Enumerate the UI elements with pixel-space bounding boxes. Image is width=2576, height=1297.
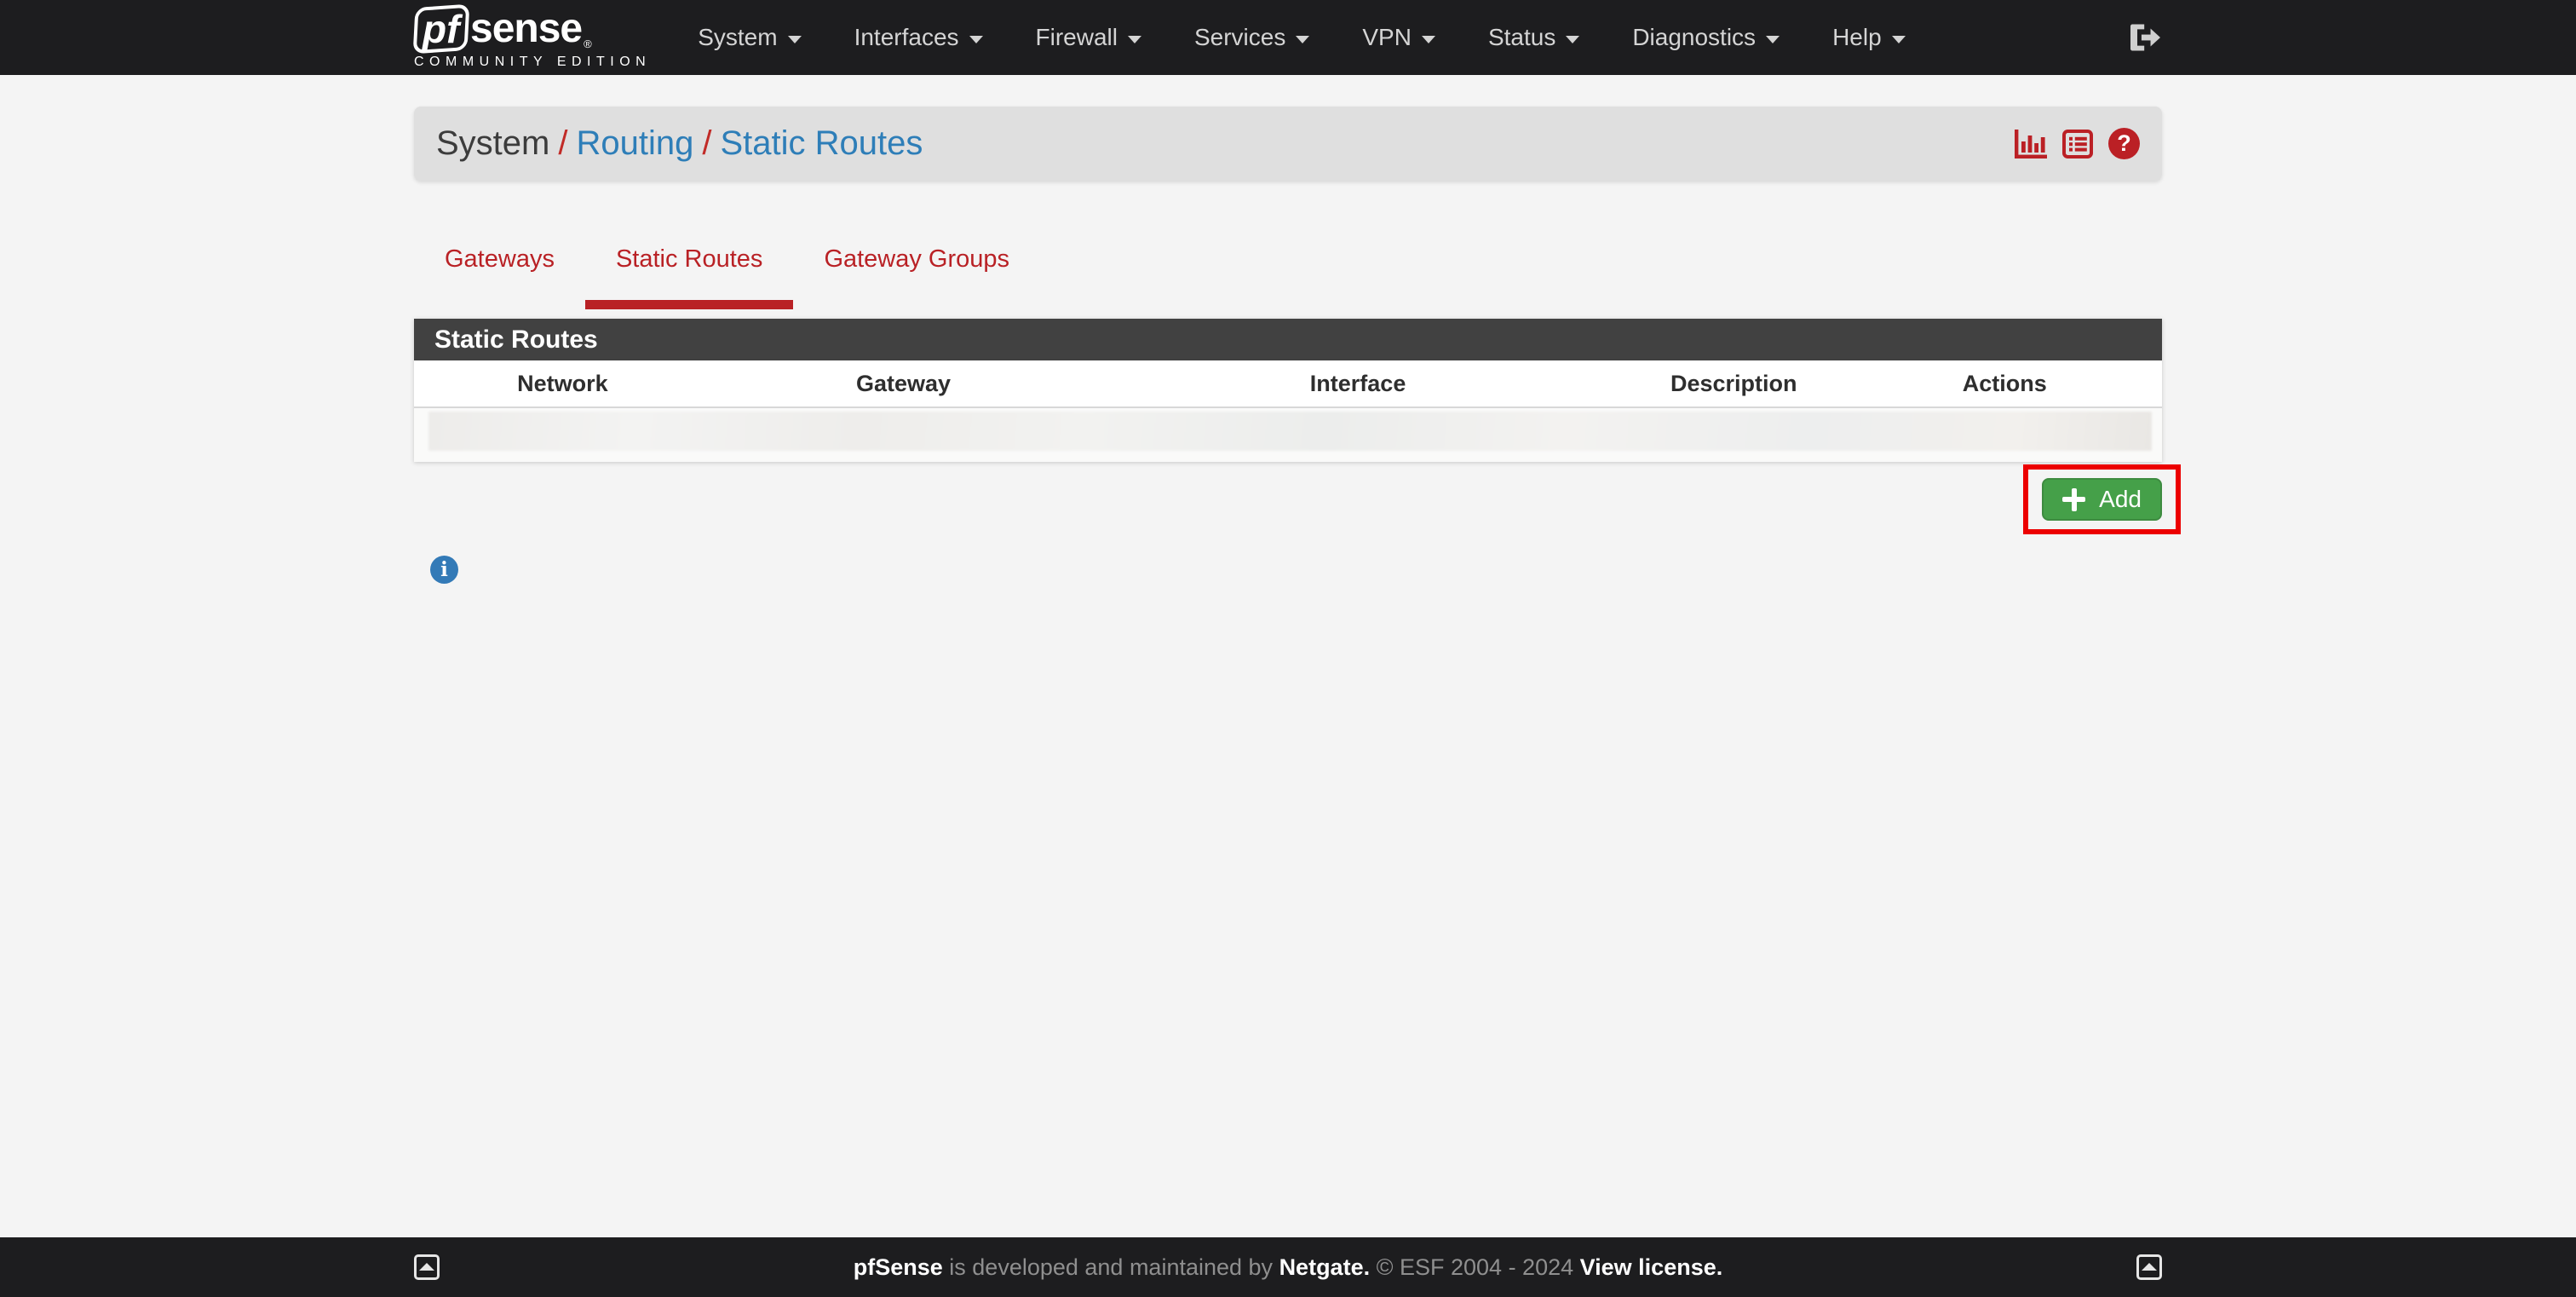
menu-item-label: Services xyxy=(1194,24,1285,51)
tab-gateway-groups[interactable]: Gateway Groups xyxy=(793,228,1040,309)
caret-down-icon xyxy=(788,36,802,43)
caret-square-up-icon[interactable] xyxy=(414,1254,440,1280)
pfsense-logo[interactable]: pf sense ® COMMUNITY EDITION xyxy=(414,6,651,70)
footer-pfsense: pfSense xyxy=(854,1254,943,1280)
menu-item-label: Status xyxy=(1488,24,1555,51)
table-body xyxy=(414,408,2162,462)
plus-icon xyxy=(2062,488,2085,511)
table-header-row: Network Gateway Interface Description Ac… xyxy=(414,360,2162,408)
table-row xyxy=(428,412,2152,451)
caret-down-icon xyxy=(1892,36,1906,43)
column-header-actions: Actions xyxy=(1848,371,2162,397)
page-title: System/Routing/Static Routes xyxy=(436,124,923,163)
routing-tabs: Gateways Static Routes Gateway Groups xyxy=(414,228,2162,309)
menu-item-label: Interfaces xyxy=(854,24,959,51)
footer-developed-by: is developed and maintained by xyxy=(943,1254,1279,1280)
breadcrumb-link-routing[interactable]: Routing xyxy=(576,124,693,162)
static-routes-panel: Static Routes Network Gateway Interface … xyxy=(414,319,2162,462)
info-glyph: i xyxy=(440,560,448,579)
caret-square-up-icon[interactable] xyxy=(2136,1254,2162,1280)
edition-label: COMMUNITY EDITION xyxy=(414,55,651,70)
pf-logo-text: pf xyxy=(423,9,459,49)
footer-netgate-link[interactable]: Netgate. xyxy=(1279,1254,1371,1280)
breadcrumb-section: System xyxy=(436,124,549,162)
caret-down-icon xyxy=(1128,36,1141,43)
info-circle-icon[interactable]: i xyxy=(430,556,458,584)
menu-item-diagnostics[interactable]: Diagnostics xyxy=(1606,24,1806,51)
caret-down-icon xyxy=(1766,36,1780,43)
bar-chart-icon[interactable] xyxy=(2015,130,2047,159)
menu-item-system[interactable]: System xyxy=(671,24,827,51)
breadcrumb: System/Routing/Static Routes xyxy=(414,107,2162,181)
menu-item-interfaces[interactable]: Interfaces xyxy=(828,24,1009,51)
caret-down-icon xyxy=(969,36,983,43)
question-circle-icon[interactable]: ? xyxy=(2108,128,2140,159)
menu-item-vpn[interactable]: VPN xyxy=(1336,24,1462,51)
caret-down-icon xyxy=(1566,36,1579,43)
menu-item-label: Firewall xyxy=(1036,24,1118,51)
caret-down-icon xyxy=(1296,36,1309,43)
pf-logo-badge: pf xyxy=(413,3,470,54)
list-icon[interactable] xyxy=(2062,130,2093,159)
footer: pfSense is developed and maintained by N… xyxy=(0,1237,2576,1297)
menu-item-help[interactable]: Help xyxy=(1806,24,1932,51)
menu-item-label: Diagnostics xyxy=(1632,24,1756,51)
add-button[interactable]: Add xyxy=(2042,478,2162,521)
add-button-row: Add xyxy=(414,462,2162,534)
top-navbar: pf sense ® COMMUNITY EDITION System Inte… xyxy=(0,0,2576,75)
menu-item-label: VPN xyxy=(1362,24,1412,51)
sense-logo-text: sense xyxy=(470,9,582,49)
main-menu: System Interfaces Firewall Services VPN … xyxy=(671,24,1931,51)
breadcrumb-link-static-routes[interactable]: Static Routes xyxy=(720,124,923,162)
add-button-label: Add xyxy=(2099,486,2142,513)
column-header-gateway: Gateway xyxy=(711,371,1095,397)
registered-mark: ® xyxy=(584,37,592,50)
breadcrumb-separator: / xyxy=(549,124,576,162)
main-content: System/Routing/Static Routes xyxy=(414,107,2162,584)
column-header-network: Network xyxy=(414,371,711,397)
menu-item-label: Help xyxy=(1832,24,1882,51)
menu-item-firewall[interactable]: Firewall xyxy=(1009,24,1168,51)
column-header-description: Description xyxy=(1620,371,1848,397)
annotation-highlight: Add xyxy=(2023,464,2181,534)
footer-view-license-link[interactable]: View license. xyxy=(1580,1254,1723,1280)
menu-item-status[interactable]: Status xyxy=(1462,24,1606,51)
breadcrumb-separator: / xyxy=(693,124,720,162)
menu-item-label: System xyxy=(698,24,777,51)
panel-title: Static Routes xyxy=(414,319,2162,360)
sign-out-icon[interactable] xyxy=(2128,22,2162,53)
footer-text: pfSense is developed and maintained by N… xyxy=(440,1254,2136,1281)
footer-copyright: © ESF 2004 - 2024 xyxy=(1370,1254,1580,1280)
tab-gateways[interactable]: Gateways xyxy=(414,228,585,309)
tab-static-routes[interactable]: Static Routes xyxy=(585,228,793,309)
menu-item-services[interactable]: Services xyxy=(1168,24,1336,51)
caret-down-icon xyxy=(1422,36,1435,43)
column-header-interface: Interface xyxy=(1095,371,1620,397)
